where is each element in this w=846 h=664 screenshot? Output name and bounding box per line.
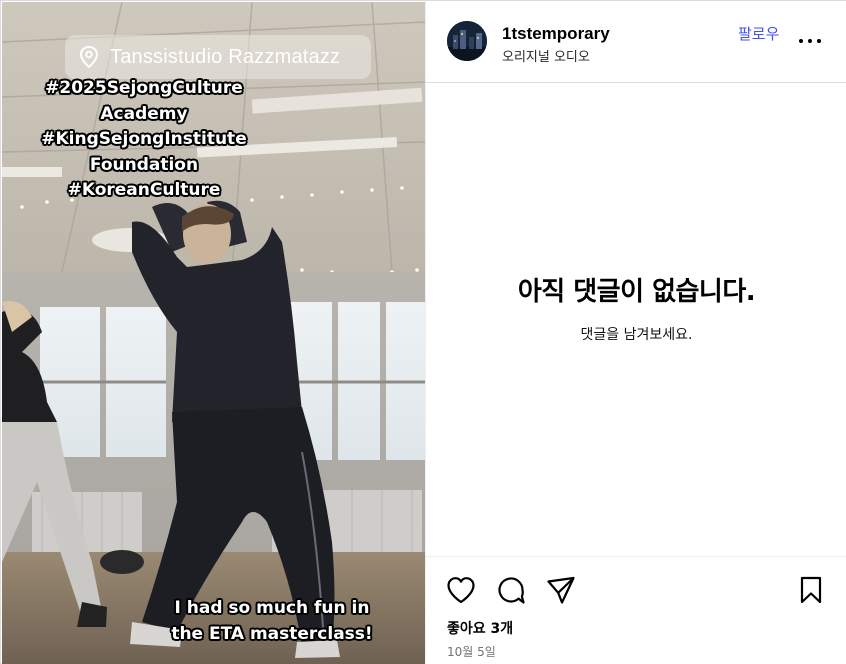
empty-comments-subtitle: 댓글을 남겨보세요. (580, 327, 693, 343)
avatar[interactable] (447, 21, 487, 61)
actions-bar: 좋아요 3개 10월 5일 (426, 556, 846, 664)
post-date[interactable]: 10월 5일 (447, 643, 496, 660)
hashtag-line: Foundation (89, 154, 199, 175)
heart-icon[interactable] (445, 574, 477, 606)
username-link[interactable]: 1tstemporary (502, 24, 610, 44)
location-label: Tanssistudio Razzmatazz (110, 45, 341, 68)
empty-comments-title: 아직 댓글이 없습니다. (517, 277, 756, 307)
hashtag-overlay: #2025SejongCulture Academy #KingSejongIn… (14, 76, 274, 204)
hashtag-line: Academy (100, 103, 188, 124)
bookmark-icon[interactable] (795, 574, 827, 606)
location-pin-icon (79, 45, 101, 69)
audio-link[interactable]: 오리지널 오디오 (502, 46, 590, 65)
caption-line: I had so much fun in (174, 598, 370, 618)
caption-line: the ETA masterclass! (171, 624, 373, 644)
hashtag-line: #KingSejongInstitute (41, 129, 247, 149)
send-icon[interactable] (545, 574, 577, 606)
comment-icon[interactable] (495, 574, 527, 606)
follow-button[interactable]: 팔로우 (738, 23, 779, 44)
post-dialog: Tanssistudio Razzmatazz #2025SejongCultu… (0, 0, 846, 664)
video-caption-overlay: I had so much fun in the ETA masterclass… (132, 595, 412, 647)
hashtag-line: #KoreanCulture (67, 180, 221, 200)
post-header: 1tstemporary 오리지널 오디오 팔로우 (426, 1, 846, 83)
post-video[interactable]: Tanssistudio Razzmatazz #2025SejongCultu… (2, 2, 425, 664)
post-side-panel: 1tstemporary 오리지널 오디오 팔로우 아직 댓글이 없습니다. 댓… (425, 1, 846, 664)
more-icon[interactable] (796, 31, 824, 51)
empty-comments: 아직 댓글이 없습니다. 댓글을 남겨보세요. (426, 271, 846, 344)
hashtag-line: #2025SejongCulture (45, 78, 243, 98)
location-tag[interactable]: Tanssistudio Razzmatazz (65, 35, 371, 79)
like-count[interactable]: 좋아요 3개 (447, 618, 513, 638)
